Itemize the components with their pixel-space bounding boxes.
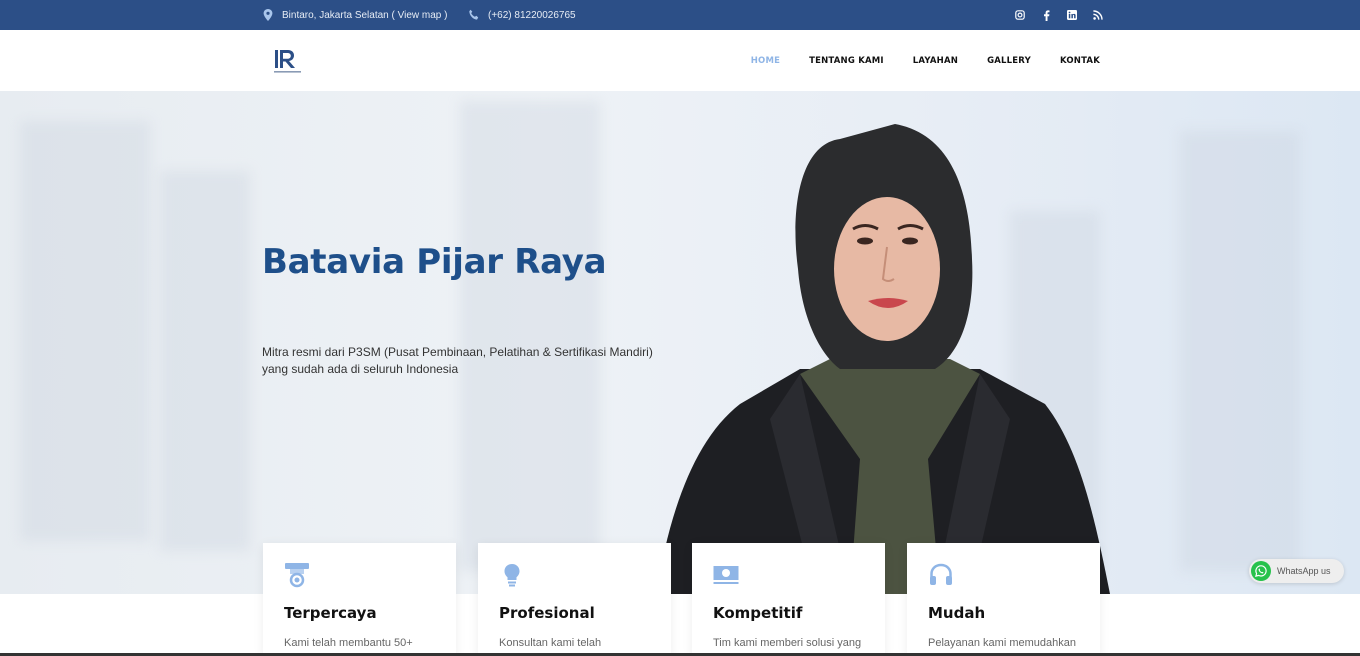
hero-section: Batavia Pijar Raya Mitra resmi dari P3SM… xyxy=(0,91,1360,594)
feature-card-profesional[interactable]: Profesional Konsultan kami telah xyxy=(478,543,671,656)
badge-medal-icon xyxy=(284,562,310,588)
feature-card-kompetitif[interactable]: Kompetitif Tim kami memberi solusi yang xyxy=(692,543,885,656)
facebook-icon[interactable] xyxy=(1040,9,1052,21)
location-text: Bintaro, Jakarta Selatan ( View map ) xyxy=(282,9,448,21)
whatsapp-icon xyxy=(1251,561,1271,581)
feature-text: Pelayanan kami memudahkan xyxy=(928,637,1076,649)
main-navbar: HOME TENTANG KAMI LAYAHAN GALLERY KONTAK xyxy=(0,30,1360,91)
background-building xyxy=(460,101,600,571)
hero-subtitle: Mitra resmi dari P3SM (Pusat Pembinaan, … xyxy=(262,344,682,378)
phone-icon xyxy=(468,9,480,21)
phone-text: (+62) 81220026765 xyxy=(488,9,576,21)
nav-gallery[interactable]: GALLERY xyxy=(987,56,1031,66)
hero-subtitle-line2: yang sudah ada di seluruh Indonesia xyxy=(262,362,459,376)
nav-kontak[interactable]: KONTAK xyxy=(1060,56,1100,66)
background-building xyxy=(160,171,250,551)
location-info[interactable]: Bintaro, Jakarta Selatan ( View map ) xyxy=(262,0,447,30)
nav-tentang-kami[interactable]: TENTANG KAMI xyxy=(809,56,884,66)
feature-card-mudah[interactable]: Mudah Pelayanan kami memudahkan xyxy=(907,543,1100,656)
whatsapp-label: WhatsApp us xyxy=(1277,566,1331,576)
hero-title: Batavia Pijar Raya xyxy=(262,242,607,282)
feature-title: Terpercaya xyxy=(284,604,377,622)
feature-title: Kompetitif xyxy=(713,604,803,622)
company-logo[interactable] xyxy=(272,46,304,76)
hero-subtitle-line1: Mitra resmi dari P3SM (Pusat Pembinaan, … xyxy=(262,345,653,359)
lightbulb-icon xyxy=(499,562,525,588)
money-icon xyxy=(713,562,739,588)
feature-title: Mudah xyxy=(928,604,986,622)
social-links xyxy=(1014,0,1104,30)
top-bar: Bintaro, Jakarta Selatan ( View map ) (+… xyxy=(0,0,1360,30)
nav-layahan[interactable]: LAYAHAN xyxy=(913,56,958,66)
map-pin-icon xyxy=(262,9,274,21)
background-building xyxy=(20,121,150,541)
main-menu: HOME TENTANG KAMI LAYAHAN GALLERY KONTAK xyxy=(751,30,1100,91)
background-building xyxy=(1180,131,1300,571)
headset-icon xyxy=(928,562,954,588)
feature-text: Tim kami memberi solusi yang xyxy=(713,637,862,649)
hero-person-image xyxy=(656,124,1110,594)
rss-icon[interactable] xyxy=(1092,9,1104,21)
phone-info[interactable]: (+62) 81220026765 xyxy=(468,0,576,30)
feature-text: Kami telah membantu 50+ xyxy=(284,637,413,649)
feature-title: Profesional xyxy=(499,604,595,622)
instagram-icon[interactable] xyxy=(1014,9,1026,21)
nav-home[interactable]: HOME xyxy=(751,56,780,66)
linkedin-icon[interactable] xyxy=(1066,9,1078,21)
feature-card-terpercaya[interactable]: Terpercaya Kami telah membantu 50+ xyxy=(263,543,456,656)
whatsapp-button[interactable]: WhatsApp us xyxy=(1249,559,1344,583)
feature-text: Konsultan kami telah xyxy=(499,637,602,649)
